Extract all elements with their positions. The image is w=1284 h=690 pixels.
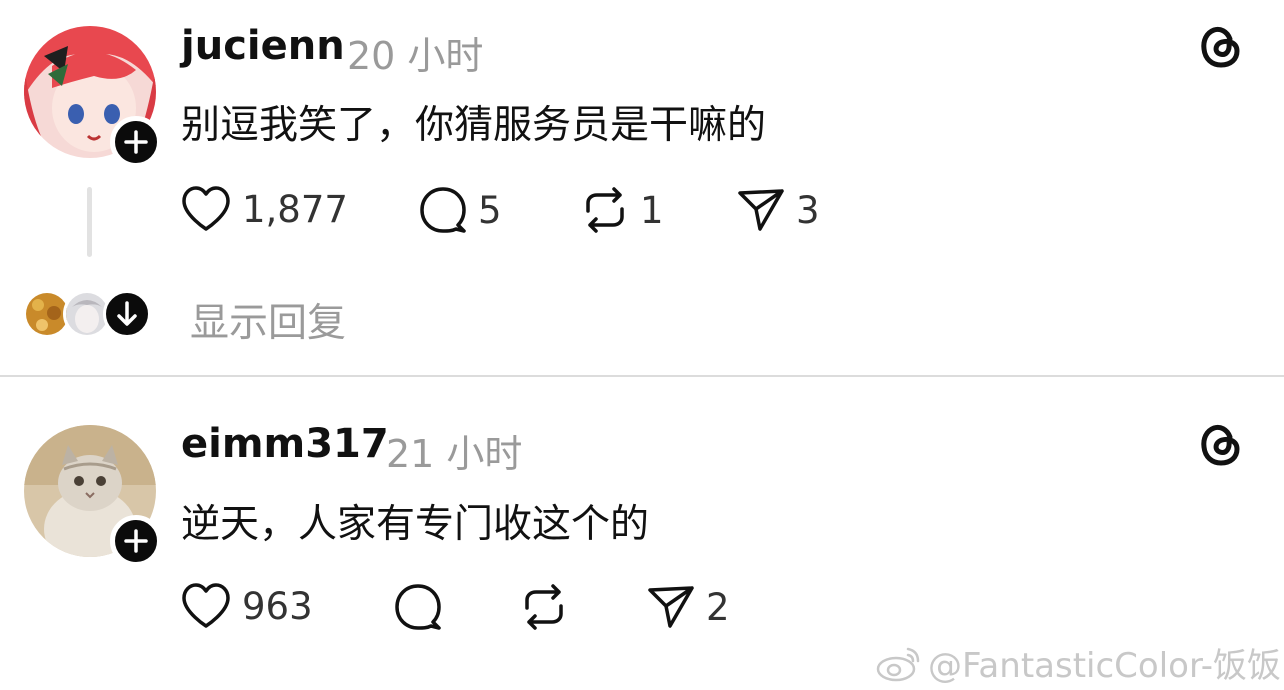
heart-icon <box>182 186 230 231</box>
repost-icon <box>586 187 624 233</box>
like-button[interactable]: 1,877 <box>180 185 348 233</box>
arrow-down-icon <box>117 301 137 326</box>
repost-count: 1 <box>640 188 664 232</box>
comment-icon <box>395 584 441 630</box>
repost-button[interactable]: 1 <box>580 185 664 235</box>
send-icon <box>648 586 694 628</box>
show-replies-link[interactable]: 显示回复 <box>190 292 346 348</box>
threads-icon[interactable] <box>1196 419 1246 469</box>
follow-button[interactable] <box>110 116 162 168</box>
expand-replies-button[interactable] <box>103 290 151 338</box>
reply-count: 5 <box>478 188 502 232</box>
like-count: 1,877 <box>242 187 348 231</box>
share-count: 2 <box>706 585 730 629</box>
share-button[interactable]: 2 <box>646 582 730 632</box>
watermark-text: @FantasticColor-饭饭 <box>928 646 1282 686</box>
like-button[interactable]: 963 <box>180 582 313 630</box>
timestamp: 20 小时 <box>347 34 484 78</box>
post-text: 别逗我笑了，你猜服务员是干嘛的 <box>181 103 767 148</box>
watermark: @FantasticColor-饭饭 <box>874 638 1281 687</box>
thread-line <box>87 187 92 257</box>
repost-button[interactable] <box>519 582 579 632</box>
threads-icon[interactable] <box>1196 21 1246 71</box>
post: eimm317 21 小时 逆天，人家有专门收这个的 963 2 <box>0 377 1284 677</box>
send-icon <box>738 189 784 231</box>
comment-button[interactable] <box>393 582 453 632</box>
plus-icon <box>124 130 148 154</box>
weibo-icon <box>876 647 920 681</box>
share-count: 3 <box>796 188 820 232</box>
username[interactable]: eimm317 <box>181 421 389 467</box>
post: jucienn 20 小时 别逗我笑了，你猜服务员是干嘛的 1,877 5 1 … <box>0 0 1284 375</box>
comment-button[interactable]: 5 <box>418 185 502 235</box>
share-button[interactable]: 3 <box>736 185 820 235</box>
timestamp: 21 小时 <box>386 432 523 476</box>
username[interactable]: jucienn <box>181 23 345 69</box>
post-text: 逆天，人家有专门收这个的 <box>181 502 650 547</box>
comment-icon <box>420 187 466 233</box>
heart-icon <box>182 583 230 628</box>
like-count: 963 <box>242 584 313 628</box>
follow-button[interactable] <box>110 515 162 567</box>
repost-icon <box>525 584 563 630</box>
plus-icon <box>124 529 148 553</box>
